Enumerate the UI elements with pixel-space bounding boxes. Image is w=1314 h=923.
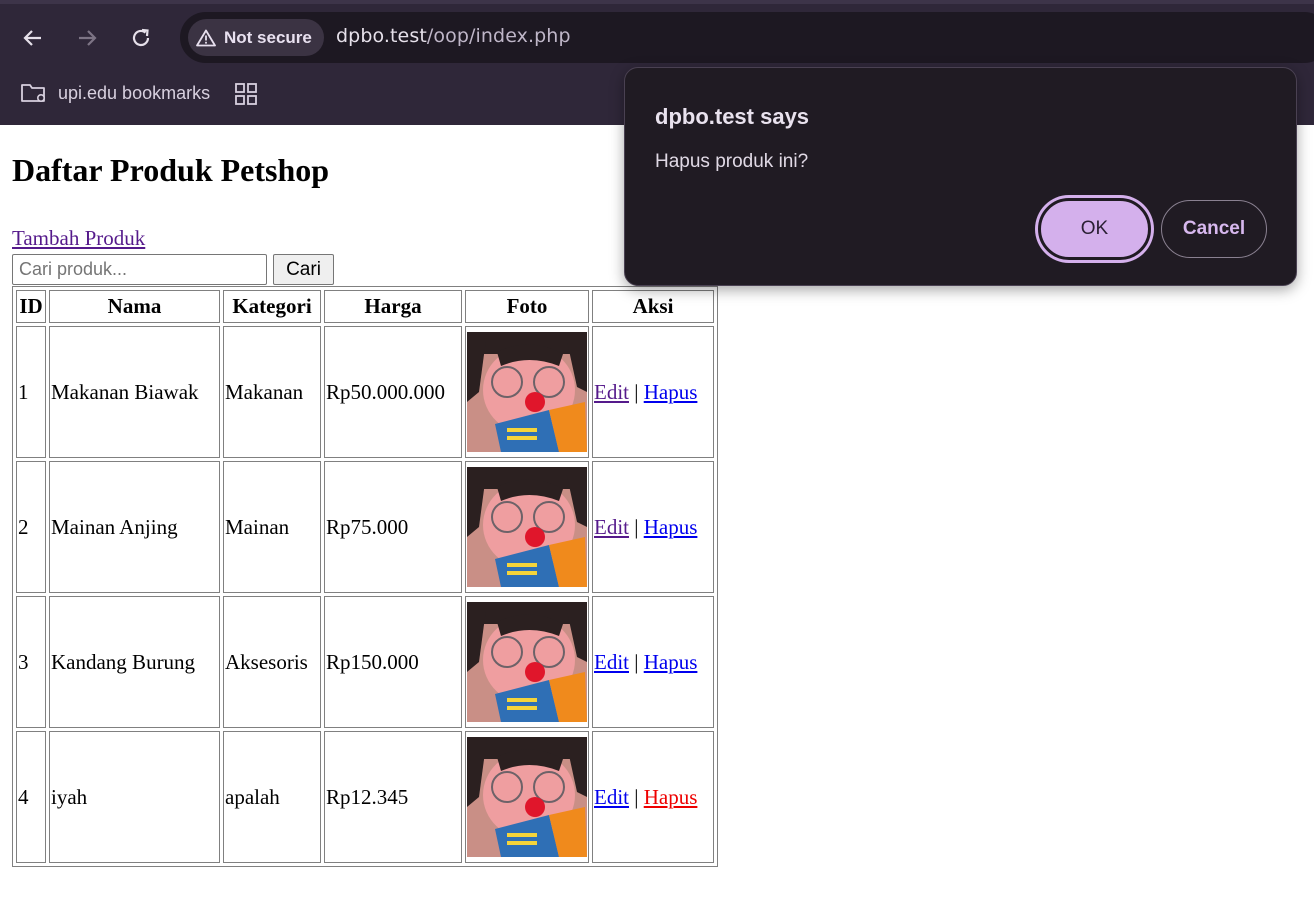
back-arrow-icon — [23, 30, 41, 46]
cell-nama: Mainan Anjing — [49, 461, 220, 593]
cell-harga: Rp50.000.000 — [324, 326, 462, 458]
edit-link[interactable]: Edit — [594, 515, 629, 539]
reload-button[interactable] — [127, 24, 155, 52]
ok-button[interactable]: OK — [1038, 198, 1151, 260]
delete-link[interactable]: Hapus — [644, 785, 698, 809]
cell-aksi: Edit | Hapus — [592, 596, 714, 728]
apps-grid-icon — [235, 83, 257, 105]
forward-button[interactable] — [73, 24, 101, 52]
folder-settings-icon — [21, 84, 45, 103]
url-path: /oop/index.php — [426, 25, 571, 47]
edit-link[interactable]: Edit — [594, 785, 629, 809]
table-row: 3 Kandang Burung Aksesoris Rp150.000 Edi… — [16, 596, 714, 728]
action-separator: | — [634, 514, 639, 539]
delete-link[interactable]: Hapus — [644, 380, 698, 404]
search-input[interactable] — [12, 254, 267, 285]
add-product-link[interactable]: Tambah Produk — [12, 226, 145, 251]
product-photo — [467, 467, 587, 587]
cancel-button[interactable]: Cancel — [1161, 200, 1267, 258]
table-row: 1 Makanan Biawak Makanan Rp50.000.000 Ed… — [16, 326, 714, 458]
header-aksi: Aksi — [592, 290, 714, 323]
cell-foto — [465, 326, 589, 458]
table-header-row: ID Nama Kategori Harga Foto Aksi — [16, 290, 714, 323]
cell-aksi: Edit | Hapus — [592, 326, 714, 458]
bookmark-folder[interactable]: upi.edu bookmarks — [20, 81, 210, 105]
cell-kategori: Makanan — [223, 326, 321, 458]
cell-nama: Kandang Burung — [49, 596, 220, 728]
reload-icon — [132, 28, 150, 47]
product-photo — [467, 737, 587, 857]
cell-harga: Rp150.000 — [324, 596, 462, 728]
apps-button[interactable] — [234, 82, 258, 111]
action-separator: | — [634, 379, 639, 404]
page-title: Daftar Produk Petshop — [12, 152, 330, 188]
back-button[interactable] — [19, 24, 47, 52]
header-nama: Nama — [49, 290, 220, 323]
cell-kategori: Mainan — [223, 461, 321, 593]
table-row: 2 Mainan Anjing Mainan Rp75.000 Edit | H… — [16, 461, 714, 593]
url-text[interactable]: dpbo.test/oop/index.php — [336, 25, 571, 47]
edit-link[interactable]: Edit — [594, 380, 629, 404]
product-photo — [467, 332, 587, 452]
cell-kategori: apalah — [223, 731, 321, 863]
delete-link[interactable]: Hapus — [644, 515, 698, 539]
delete-link[interactable]: Hapus — [644, 650, 698, 674]
search-button[interactable]: Cari — [273, 254, 334, 285]
forward-arrow-icon — [79, 30, 97, 46]
cell-harga: Rp75.000 — [324, 461, 462, 593]
security-label: Not secure — [224, 27, 312, 47]
cell-id: 3 — [16, 596, 46, 728]
alert-dialog: dpbo.test says Hapus produk ini? OK Canc… — [624, 67, 1297, 286]
header-foto: Foto — [465, 290, 589, 323]
cell-foto — [465, 731, 589, 863]
cell-id: 1 — [16, 326, 46, 458]
cell-kategori: Aksesoris — [223, 596, 321, 728]
header-kategori: Kategori — [223, 290, 321, 323]
table-row: 4 iyah apalah Rp12.345 Edit | Hapus — [16, 731, 714, 863]
dialog-title: dpbo.test says — [655, 104, 810, 129]
products-table: ID Nama Kategori Harga Foto Aksi 1 Makan… — [12, 286, 718, 867]
header-id: ID — [16, 290, 46, 323]
warning-icon — [196, 29, 216, 46]
cell-id: 2 — [16, 461, 46, 593]
cell-aksi: Edit | Hapus — [592, 731, 714, 863]
tab-strip — [0, 0, 1314, 4]
site-security-chip[interactable]: Not secure — [188, 19, 324, 56]
header-harga: Harga — [324, 290, 462, 323]
cell-foto — [465, 461, 589, 593]
cell-id: 4 — [16, 731, 46, 863]
cell-foto — [465, 596, 589, 728]
product-photo — [467, 602, 587, 722]
cell-aksi: Edit | Hapus — [592, 461, 714, 593]
action-separator: | — [634, 649, 639, 674]
dialog-message: Hapus produk ini? — [655, 151, 809, 172]
action-separator: | — [634, 784, 639, 809]
cell-nama: Makanan Biawak — [49, 326, 220, 458]
edit-link[interactable]: Edit — [594, 650, 629, 674]
url-host: dpbo.test — [336, 25, 427, 47]
cell-nama: iyah — [49, 731, 220, 863]
bookmark-folder-label: upi.edu bookmarks — [58, 82, 211, 103]
cell-harga: Rp12.345 — [324, 731, 462, 863]
